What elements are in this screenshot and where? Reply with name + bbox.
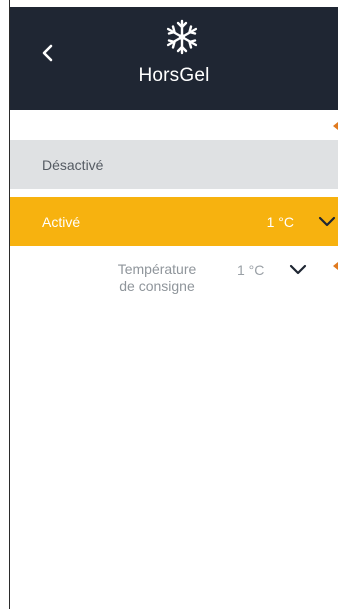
option-enabled-label: Activé (42, 213, 81, 230)
back-button[interactable] (34, 39, 62, 67)
option-disabled-row[interactable]: Désactivé (10, 140, 338, 189)
snowflake-icon (166, 19, 198, 55)
setpoint-value: 1 °C (237, 262, 265, 278)
setpoint-label: Température de consigne (10, 261, 274, 295)
option-enabled-value: 1 °C (266, 213, 294, 230)
setpoint-chevron-down-icon[interactable] (289, 261, 307, 279)
setpoint-marker (333, 262, 338, 270)
option-disabled-label: Désactivé (42, 156, 104, 173)
header-bar: HorsGel (10, 7, 338, 110)
screen: HorsGel Désactivé Activé 1 °C Températur… (0, 0, 338, 609)
chevron-down-icon[interactable] (318, 213, 336, 231)
setpoint-label-line2: de consigne (119, 278, 195, 294)
page-title: HorsGel (138, 65, 210, 86)
option-enabled-row[interactable]: Activé 1 °C (10, 197, 338, 246)
setpoint-row[interactable]: Température de consigne 1 °C (10, 258, 338, 306)
chevron-left-icon (42, 44, 53, 62)
scroll-marker (333, 122, 338, 130)
